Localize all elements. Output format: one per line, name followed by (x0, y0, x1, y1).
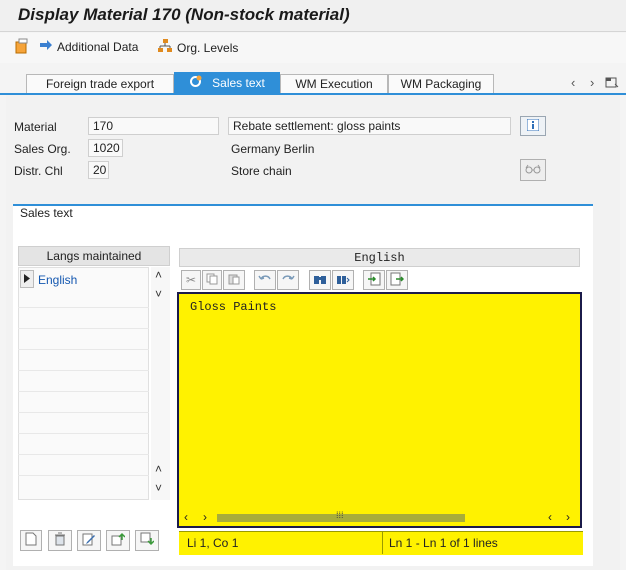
tab-label: WM Execution (295, 77, 373, 91)
langs-header-label: Langs maintained (46, 249, 142, 263)
trash-icon (53, 532, 67, 549)
material-label: Material (14, 120, 57, 134)
new-text-button[interactable] (20, 530, 42, 551)
tab-wm-packaging[interactable]: WM Packaging (388, 74, 494, 93)
editor-text[interactable]: Gloss Paints (190, 300, 276, 314)
list-item (18, 310, 149, 329)
line-count: Ln 1 - Ln 1 of 1 lines (389, 536, 498, 550)
editor-status-bar (179, 531, 583, 555)
tab-settings-icon (189, 75, 202, 91)
tab-foreign-trade-export[interactable]: Foreign trade export (26, 74, 174, 93)
material-description-field[interactable]: Rebate settlement: gloss paints (228, 117, 511, 135)
export-button[interactable] (386, 270, 408, 290)
scroll-left-icon[interactable]: ‹ (548, 510, 552, 524)
lang-item-english[interactable]: English (38, 273, 77, 287)
import-icon (367, 272, 381, 289)
distr-chl-description: Store chain (231, 164, 292, 178)
editor-language-label: English (354, 250, 405, 265)
binoculars-icon (313, 273, 327, 288)
scroll-up-icon[interactable]: ˄ (155, 462, 162, 476)
tab-label: WM Packaging (400, 77, 482, 91)
sales-org-field[interactable]: 1020 (88, 139, 123, 157)
arrow-right-icon (39, 39, 53, 54)
material-field[interactable]: 170 (88, 117, 219, 135)
document-up-icon (111, 532, 126, 549)
hierarchy-icon (157, 39, 173, 56)
additional-data-button[interactable]: Additional Data (39, 39, 138, 54)
info-icon (526, 118, 540, 134)
redo-button[interactable] (277, 270, 299, 290)
tab-scroll-right-icon[interactable]: › (590, 75, 594, 90)
window-title: Display Material 170 (Non-stock material… (18, 5, 350, 24)
scroll-right-icon[interactable]: › (203, 510, 207, 524)
list-item (18, 331, 149, 350)
redo-icon (281, 273, 295, 288)
distr-chl-label: Distr. Chl (14, 164, 63, 178)
edit-icon (82, 532, 96, 549)
glasses-icon (525, 163, 541, 177)
status-divider (382, 532, 383, 554)
binoculars-next-icon (336, 273, 350, 288)
scroll-grip-icon: ⁞⁞⁞ (336, 510, 344, 520)
list-item (18, 289, 149, 308)
list-item (18, 373, 149, 392)
find-next-button[interactable] (332, 270, 354, 290)
move-up-button[interactable] (106, 530, 130, 551)
export-icon (390, 272, 405, 289)
org-levels-label: Org. Levels (177, 40, 239, 55)
org-levels-button[interactable]: Org. Levels (157, 39, 238, 56)
distr-chl-field[interactable]: 20 (88, 161, 109, 179)
scroll-left-icon[interactable]: ‹ (184, 510, 188, 524)
move-down-button[interactable] (135, 530, 159, 551)
sales-org-description: Germany Berlin (231, 142, 315, 156)
list-item (18, 457, 149, 476)
undo-button[interactable] (254, 270, 276, 290)
text-editor[interactable] (177, 292, 582, 528)
new-document-icon (25, 532, 37, 549)
list-item (18, 415, 149, 434)
triangle-right-icon (24, 272, 30, 286)
row-selector[interactable] (20, 270, 34, 288)
copy-button[interactable] (202, 270, 222, 290)
cut-button[interactable]: ✂ (181, 270, 201, 290)
list-item (18, 352, 149, 371)
additional-data-label: Additional Data (57, 39, 139, 54)
tab-scroll-left-icon[interactable]: ‹ (571, 75, 575, 90)
list-item (18, 436, 149, 455)
undo-icon (258, 273, 272, 288)
tab-list-icon[interactable] (605, 76, 619, 91)
tab-sales-text[interactable]: Sales text (174, 72, 280, 93)
find-button[interactable] (309, 270, 331, 290)
info-button[interactable] (520, 116, 546, 136)
sales-org-label: Sales Org. (14, 142, 71, 156)
paste-icon (228, 273, 240, 288)
delete-text-button[interactable] (48, 530, 72, 551)
paste-button[interactable] (223, 270, 245, 290)
scroll-right-icon[interactable]: › (566, 510, 570, 524)
copy-icon (206, 273, 218, 288)
sales-text-group-title: Sales text (20, 206, 73, 220)
langs-header: Langs maintained (18, 246, 170, 266)
scissors-icon: ✂ (185, 273, 197, 287)
editor-language-header: English (179, 248, 580, 267)
edit-text-button[interactable] (77, 530, 101, 551)
tab-wm-execution[interactable]: WM Execution (280, 74, 388, 93)
document-down-icon (140, 532, 155, 549)
tab-label: Sales text (212, 76, 265, 90)
scroll-down-icon[interactable]: ˅ (155, 481, 162, 495)
tab-label: Foreign trade export (45, 77, 155, 91)
scroll-up-icon[interactable]: ˄ (155, 268, 162, 282)
cursor-position: Li 1, Co 1 (187, 536, 239, 550)
list-item (18, 394, 149, 413)
scroll-down-icon[interactable]: ˅ (155, 287, 162, 301)
import-button[interactable] (363, 270, 385, 290)
other-material-icon[interactable] (15, 38, 29, 57)
glasses-button[interactable] (520, 159, 546, 181)
